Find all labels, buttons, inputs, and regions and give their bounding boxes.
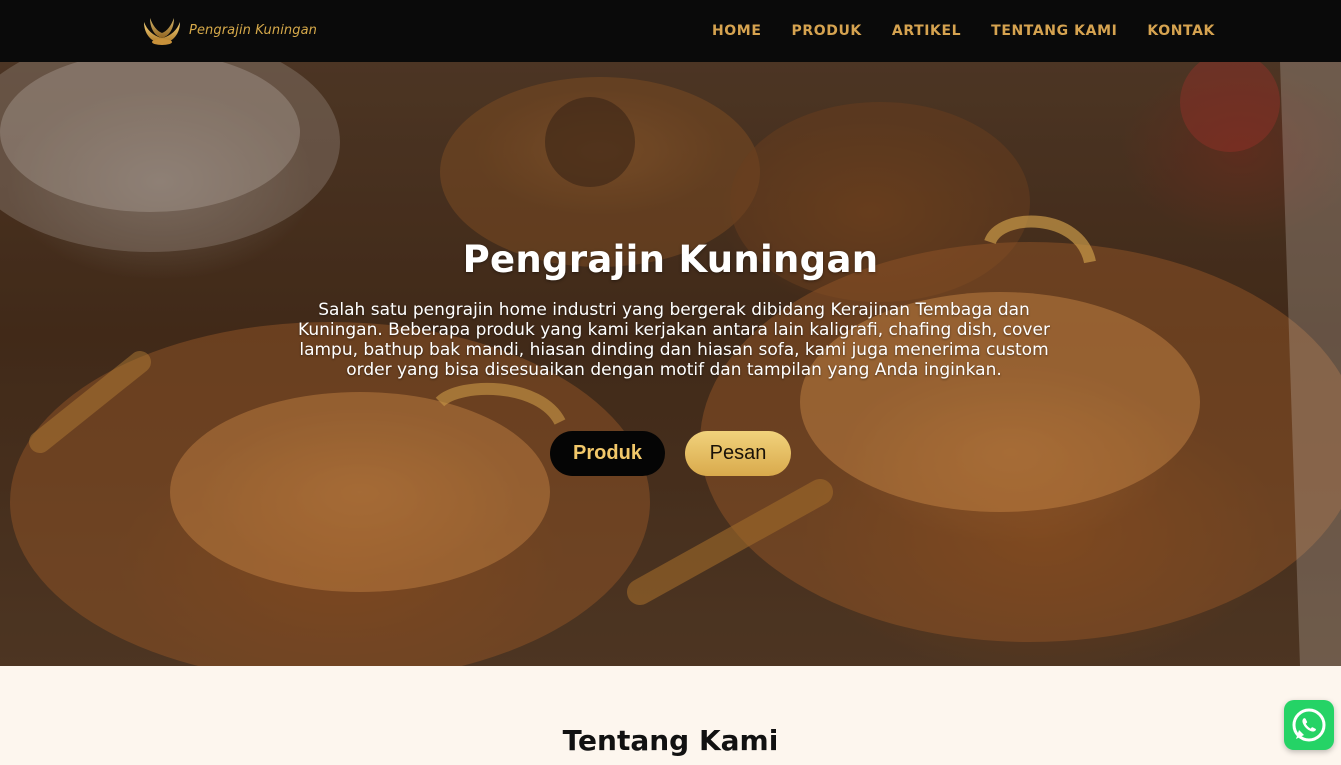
hero-section: Pengrajin Kuningan Salah satu pengrajin … xyxy=(0,62,1341,666)
nav-kontak[interactable]: KONTAK xyxy=(1147,23,1215,39)
hero-buttons: Produk Pesan xyxy=(0,431,1341,476)
hero-content: Pengrajin Kuningan Salah satu pengrajin … xyxy=(0,62,1341,666)
nav-produk[interactable]: PRODUK xyxy=(792,23,862,39)
whatsapp-icon xyxy=(1292,708,1326,742)
nav-home[interactable]: HOME xyxy=(712,23,762,39)
pesan-button[interactable]: Pesan xyxy=(685,431,791,476)
whatsapp-float-button[interactable] xyxy=(1284,700,1334,750)
wings-logo-icon xyxy=(144,18,180,45)
about-section-title: Tentang Kami xyxy=(562,724,779,757)
nav-artikel[interactable]: ARTIKEL xyxy=(892,23,961,39)
hero-description: Salah satu pengrajin home industri yang … xyxy=(298,300,1050,380)
logo-text: Pengrajin Kuningan xyxy=(189,22,317,38)
nav-tentang-kami[interactable]: TENTANG KAMI xyxy=(991,23,1117,39)
site-header: Pengrajin Kuningan HOME PRODUK ARTIKEL T… xyxy=(0,0,1341,62)
site-logo[interactable]: Pengrajin Kuningan xyxy=(141,10,317,50)
hero-title: Pengrajin Kuningan xyxy=(462,238,879,281)
main-nav: HOME PRODUK ARTIKEL TENTANG KAMI KONTAK xyxy=(712,0,1215,62)
produk-button[interactable]: Produk xyxy=(550,431,665,476)
